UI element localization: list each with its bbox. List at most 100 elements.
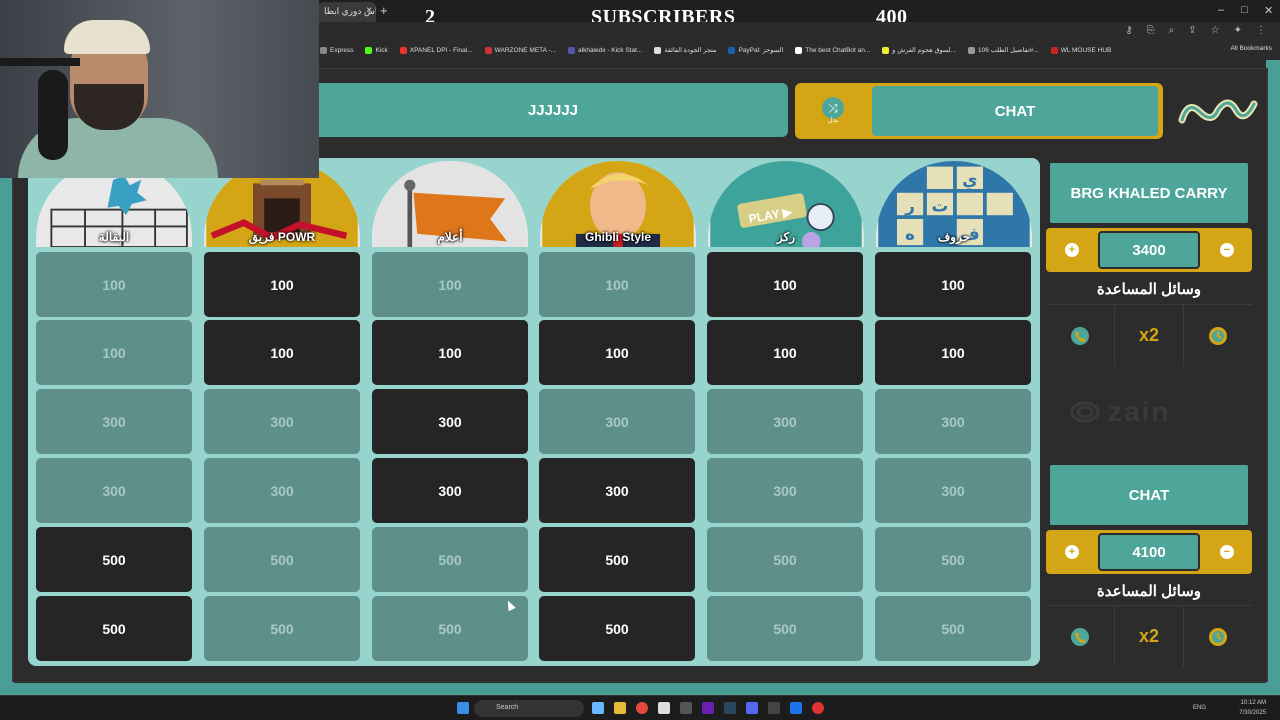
maximize-button[interactable]: □ — [1241, 4, 1248, 16]
mic-arm — [0, 58, 80, 66]
phone-call-icon[interactable] — [1046, 606, 1115, 667]
bookmark[interactable]: XPANEL DPI - Final... — [399, 46, 473, 54]
bookmark[interactable]: WARZONE META -... — [484, 46, 556, 54]
streamer-cap — [64, 20, 150, 54]
question-cell[interactable]: 300 — [36, 389, 192, 454]
question-cell[interactable]: 100 — [539, 252, 695, 317]
question-cell[interactable]: 300 — [875, 389, 1031, 454]
folder-icon[interactable] — [614, 702, 626, 714]
help-tools: x2 — [1046, 605, 1252, 667]
subtract-points-button[interactable]: − — [1220, 243, 1234, 257]
app-icon[interactable] — [680, 702, 692, 714]
star-icon[interactable]: ☆ — [1211, 25, 1220, 36]
question-cell[interactable]: 100 — [372, 320, 528, 385]
frame-edge — [1266, 60, 1280, 695]
question-cell[interactable]: 500 — [204, 596, 360, 661]
question-cell[interactable]: 300 — [707, 389, 863, 454]
question-cell[interactable]: 500 — [36, 527, 192, 592]
store-icon[interactable] — [658, 702, 670, 714]
double-points-icon[interactable]: x2 — [1115, 606, 1184, 667]
question-cell[interactable]: 100 — [372, 252, 528, 317]
question-cell[interactable]: 500 — [36, 596, 192, 661]
extension-icon[interactable]: ✦ — [1234, 25, 1242, 36]
app-icon[interactable] — [768, 702, 780, 714]
question-cell[interactable]: 300 — [372, 458, 528, 523]
question-cell[interactable]: 300 — [539, 458, 695, 523]
category-header[interactable]: Ghibli Style — [537, 158, 699, 250]
taskbar-search[interactable]: Search — [474, 700, 584, 717]
key-icon[interactable]: ⚷ — [1125, 25, 1132, 36]
chrome-icon[interactable] — [636, 702, 648, 714]
copilot-icon[interactable] — [592, 702, 604, 714]
steam-icon[interactable] — [724, 702, 736, 714]
question-cell[interactable]: 500 — [707, 596, 863, 661]
question-cell[interactable]: 100 — [539, 320, 695, 385]
question-cell[interactable]: 500 — [875, 596, 1031, 661]
address-bar[interactable]: ⚷ ⎘ ⌕ ⇪ ☆ ✦ ⋮ — [318, 22, 1280, 42]
frame-edge — [0, 683, 1280, 695]
category-label: Ghibli Style — [584, 230, 651, 244]
minimize-button[interactable]: – — [1218, 4, 1224, 16]
subtract-points-button[interactable]: − — [1220, 545, 1234, 559]
zoom-icon[interactable]: ⌕ — [1169, 25, 1175, 36]
question-cell[interactable]: 100 — [204, 252, 360, 317]
start-icon[interactable] — [457, 702, 469, 714]
translate-icon[interactable]: ⎘ — [1147, 25, 1155, 36]
question-cell[interactable]: 500 — [372, 527, 528, 592]
all-bookmarks[interactable]: All Bookmarks — [1230, 45, 1272, 52]
team-name: BRG KHALED CARRY — [1050, 163, 1248, 223]
bookmark[interactable]: The best ChatBot an... — [795, 46, 870, 54]
bookmark[interactable]: متجر الجودة الفائقة — [654, 46, 716, 54]
question-cell[interactable]: 100 — [875, 252, 1031, 317]
question-cell[interactable]: 300 — [539, 389, 695, 454]
app-icon[interactable] — [790, 702, 802, 714]
bookmark[interactable]: لسوق هجوم الفرش و... — [882, 46, 956, 54]
current-turn-team: CHAT — [872, 86, 1158, 136]
bookmark[interactable]: Express — [320, 46, 353, 54]
question-cell[interactable]: 100 — [707, 252, 863, 317]
language-indicator[interactable]: ENG — [1193, 705, 1206, 711]
question-cell[interactable]: 100 — [707, 320, 863, 385]
question-cell[interactable]: 100 — [36, 320, 192, 385]
phone-call-icon[interactable] — [1046, 305, 1115, 366]
category-header[interactable]: أعلام — [369, 158, 531, 250]
question-cell[interactable]: 100 — [875, 320, 1031, 385]
share-icon[interactable]: ⇪ — [1188, 25, 1196, 36]
question-cell[interactable]: 300 — [36, 458, 192, 523]
letter-tile: ر — [904, 195, 915, 215]
question-cell[interactable]: 500 — [539, 596, 695, 661]
bookmark[interactable]: تفاصيل الطلب 106#... — [968, 46, 1039, 54]
close-window-button[interactable]: ✕ — [1264, 4, 1273, 17]
clock-icon[interactable] — [1184, 606, 1252, 667]
double-points-icon[interactable]: x2 — [1115, 305, 1184, 366]
question-cell[interactable]: 300 — [875, 458, 1031, 523]
question-cell[interactable]: 500 — [372, 596, 528, 661]
bookmark[interactable]: WL MOUSE HUB — [1050, 46, 1111, 54]
question-cell[interactable]: 500 — [539, 527, 695, 592]
clock[interactable]: 10:12 AM 7/30/2025 — [1239, 698, 1266, 718]
app-icon[interactable] — [702, 702, 714, 714]
category-header[interactable]: PLAY ▶ ركز — [705, 158, 867, 250]
bookmark[interactable]: alkhaledx - Kick Stat... — [568, 46, 642, 54]
bookmark[interactable]: Kick — [365, 46, 388, 54]
question-cell[interactable]: 300 — [707, 458, 863, 523]
tab-close-icon[interactable]: × — [366, 5, 372, 16]
browser-tab[interactable]: كاس دوري ابطا× — [318, 2, 376, 22]
add-points-button[interactable]: + — [1065, 243, 1079, 257]
question-cell[interactable]: 500 — [875, 527, 1031, 592]
clock-icon[interactable] — [1184, 305, 1252, 366]
question-cell[interactable]: 100 — [36, 252, 192, 317]
app-icon[interactable] — [812, 702, 824, 714]
question-cell[interactable]: 500 — [707, 527, 863, 592]
question-cell[interactable]: 500 — [204, 527, 360, 592]
question-cell[interactable]: 300 — [204, 389, 360, 454]
menu-icon[interactable]: ⋮ — [1256, 25, 1266, 36]
category-header[interactable]: ي ت ر ف ه حروف — [873, 158, 1035, 250]
discord-icon[interactable] — [746, 702, 758, 714]
question-cell[interactable]: 300 — [204, 458, 360, 523]
new-tab-button[interactable]: + — [380, 3, 388, 18]
question-cell[interactable]: 100 — [204, 320, 360, 385]
bookmark[interactable]: PayPal: السوجز — [728, 46, 783, 54]
add-points-button[interactable]: + — [1065, 545, 1079, 559]
question-cell[interactable]: 300 — [372, 389, 528, 454]
